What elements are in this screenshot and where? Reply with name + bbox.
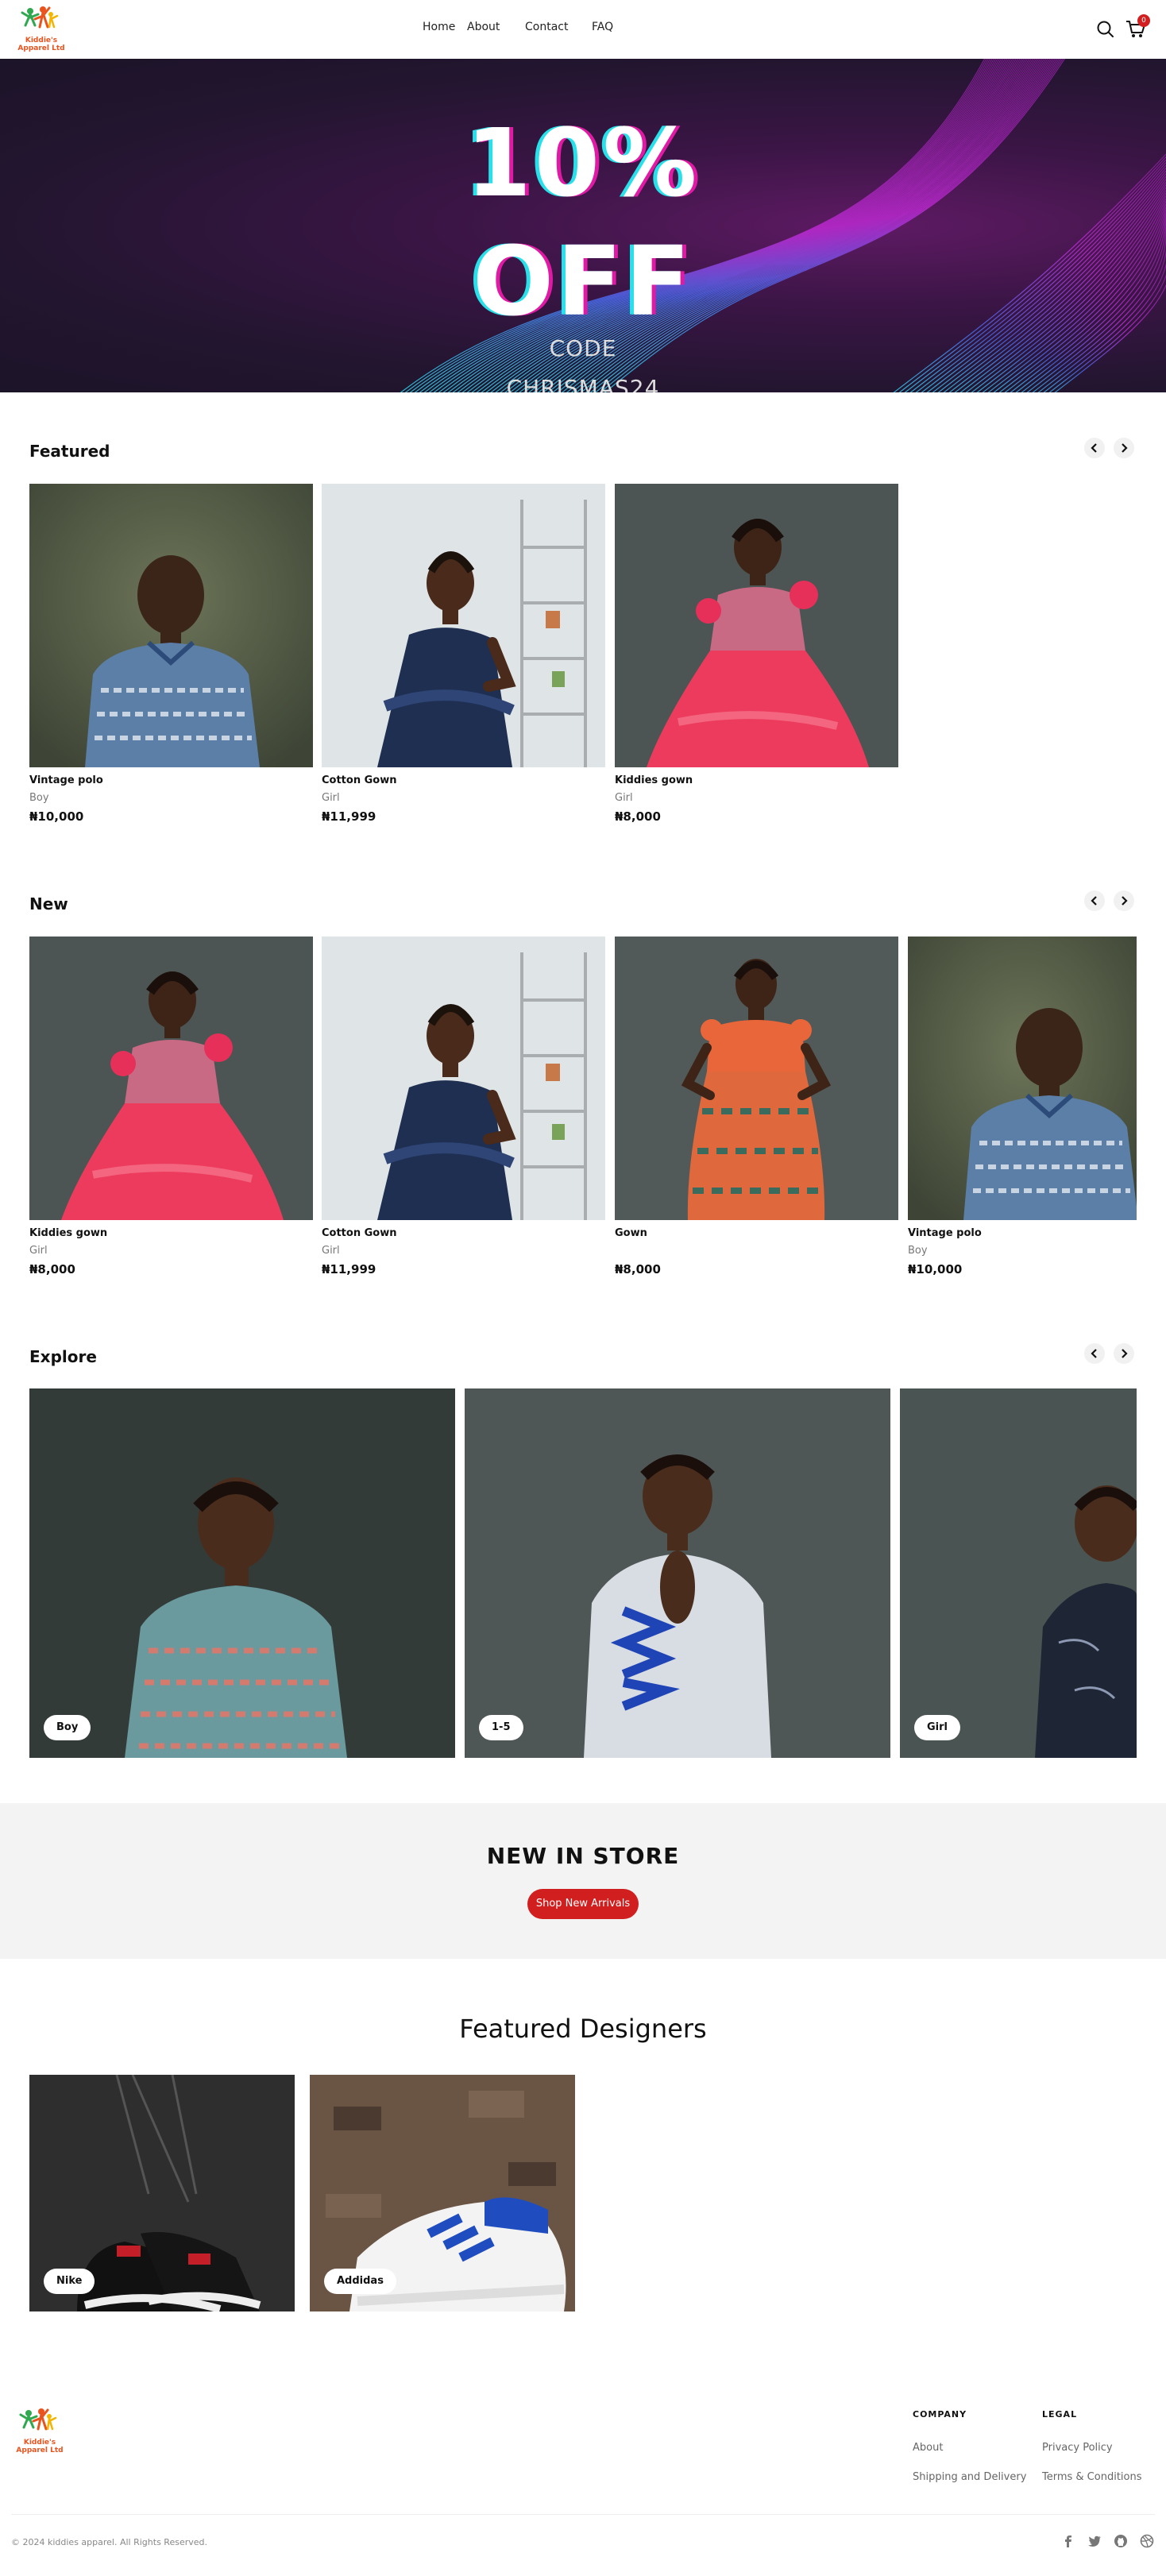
- featured-designers-title: Featured Designers: [459, 2014, 707, 2044]
- product-name[interactable]: Kiddies gown: [29, 1227, 107, 1239]
- chevron-left-icon: [1091, 443, 1097, 453]
- nav-contact[interactable]: Contact: [525, 21, 568, 33]
- footer-company-title: COMPANY: [913, 2409, 967, 2420]
- nav-about[interactable]: About: [467, 21, 500, 33]
- featured-section-title: Featured: [29, 442, 110, 461]
- new-in-store-title: NEW IN STORE: [486, 1843, 680, 1869]
- chevron-left-icon: [1091, 896, 1097, 906]
- product-name[interactable]: Gown: [615, 1227, 647, 1239]
- logo-line-1: Kiddie's: [25, 37, 58, 44]
- new-in-store-banner: NEW IN STORE Shop New Arrivals: [0, 1803, 1166, 1959]
- product-category: Girl: [29, 1245, 48, 1257]
- cart-button[interactable]: 0: [1125, 14, 1150, 40]
- hero-code-value: CHRISMAS24: [506, 375, 660, 392]
- product-price: ₦8,000: [29, 1262, 75, 1276]
- footer-link-about[interactable]: About: [913, 2442, 943, 2454]
- footer-divider: [11, 2514, 1155, 2515]
- explore-prev-button[interactable]: [1084, 1343, 1105, 1364]
- product-category: Boy: [908, 1245, 928, 1257]
- product-price: ₦11,999: [322, 809, 376, 824]
- product-name[interactable]: Vintage polo: [908, 1227, 982, 1239]
- designer-pill[interactable]: Nike: [44, 2269, 95, 2294]
- category-card-boy[interactable]: Boy: [29, 1388, 455, 1758]
- nav-home[interactable]: Home: [423, 21, 455, 33]
- new-next-button[interactable]: [1114, 890, 1134, 911]
- explore-section-title: Explore: [29, 1347, 97, 1366]
- product-price: ₦11,999: [322, 1262, 376, 1276]
- designer-pill[interactable]: Addidas: [324, 2269, 396, 2294]
- hero-discount-percent: 10%: [465, 108, 701, 218]
- logo-figures-icon: [19, 2408, 57, 2431]
- product-category: Girl: [322, 1245, 340, 1257]
- site-header: Kiddie's Apparel Ltd Home About Contact …: [0, 0, 1166, 59]
- product-image[interactable]: [908, 937, 1137, 1220]
- product-image[interactable]: [29, 484, 313, 767]
- product-name[interactable]: Vintage polo: [29, 774, 103, 786]
- designer-card-nike[interactable]: Nike: [29, 2075, 295, 2311]
- product-category: Girl: [322, 792, 340, 804]
- hero-off-text: OFF: [473, 227, 693, 338]
- logo-line-2: Apparel Ltd: [16, 2447, 64, 2454]
- brand-logo[interactable]: Kiddie's Apparel Ltd: [13, 5, 65, 54]
- product-image[interactable]: [322, 484, 605, 767]
- category-card-1-5[interactable]: 1-5: [465, 1388, 890, 1758]
- category-pill[interactable]: 1-5: [479, 1715, 523, 1740]
- product-category: Boy: [29, 792, 49, 804]
- new-prev-button[interactable]: [1084, 890, 1105, 911]
- new-section-title: New: [29, 894, 68, 913]
- chevron-left-icon: [1091, 1349, 1097, 1358]
- designer-card-addidas[interactable]: Addidas: [310, 2075, 575, 2311]
- product-image[interactable]: [322, 937, 605, 1220]
- nav-faq[interactable]: FAQ: [592, 21, 613, 33]
- featured-next-button[interactable]: [1114, 438, 1134, 458]
- footer-link-shipping[interactable]: Shipping and Delivery: [913, 2471, 1026, 2483]
- category-card-girl[interactable]: Girl: [900, 1388, 1137, 1758]
- category-image: [465, 1388, 890, 1758]
- logo-figures-icon: [21, 6, 59, 29]
- product-price: ₦8,000: [615, 1262, 661, 1276]
- category-pill[interactable]: Girl: [914, 1715, 960, 1740]
- logo-line-1: Kiddie's: [23, 2439, 56, 2447]
- footer-link-privacy[interactable]: Privacy Policy: [1042, 2442, 1113, 2454]
- chevron-right-icon: [1122, 443, 1128, 453]
- logo-text: Kiddie's Apparel Ltd: [17, 37, 65, 52]
- twitter-icon[interactable]: [1087, 2534, 1102, 2548]
- category-image: [900, 1388, 1137, 1758]
- product-image[interactable]: [29, 937, 313, 1220]
- product-name[interactable]: Kiddies gown: [615, 774, 693, 786]
- category-pill[interactable]: Boy: [44, 1715, 91, 1740]
- copyright-text: © 2024 kiddies apparel. All Rights Reser…: [11, 2537, 207, 2547]
- search-icon[interactable]: [1096, 20, 1115, 39]
- chevron-right-icon: [1122, 1349, 1128, 1358]
- featured-prev-button[interactable]: [1084, 438, 1105, 458]
- github-icon[interactable]: [1114, 2534, 1128, 2548]
- dribbble-icon[interactable]: [1140, 2534, 1154, 2548]
- product-price: ₦10,000: [908, 1262, 963, 1276]
- shop-new-arrivals-button[interactable]: Shop New Arrivals: [527, 1889, 639, 1919]
- product-price: ₦8,000: [615, 809, 661, 824]
- footer-link-terms[interactable]: Terms & Conditions: [1042, 2471, 1142, 2483]
- chevron-right-icon: [1122, 896, 1128, 906]
- footer-logo-text: Kiddie's Apparel Ltd: [16, 2439, 64, 2454]
- footer-legal-title: LEGAL: [1042, 2409, 1078, 2420]
- footer-logo[interactable]: Kiddie's Apparel Ltd: [11, 2407, 64, 2456]
- product-price: ₦10,000: [29, 809, 84, 824]
- explore-next-button[interactable]: [1114, 1343, 1134, 1364]
- cart-count-badge: 0: [1137, 14, 1150, 27]
- facebook-icon[interactable]: [1061, 2534, 1075, 2548]
- product-category: Girl: [615, 792, 633, 804]
- product-name[interactable]: Cotton Gown: [322, 1227, 396, 1239]
- promo-banner[interactable]: 10% OFF CODE CHRISMAS24: [0, 59, 1166, 392]
- category-image: [29, 1388, 455, 1758]
- logo-line-2: Apparel Ltd: [17, 44, 65, 52]
- product-name[interactable]: Cotton Gown: [322, 774, 396, 786]
- product-image[interactable]: [615, 937, 898, 1220]
- hero-code-label: CODE: [549, 335, 617, 361]
- product-image[interactable]: [615, 484, 898, 767]
